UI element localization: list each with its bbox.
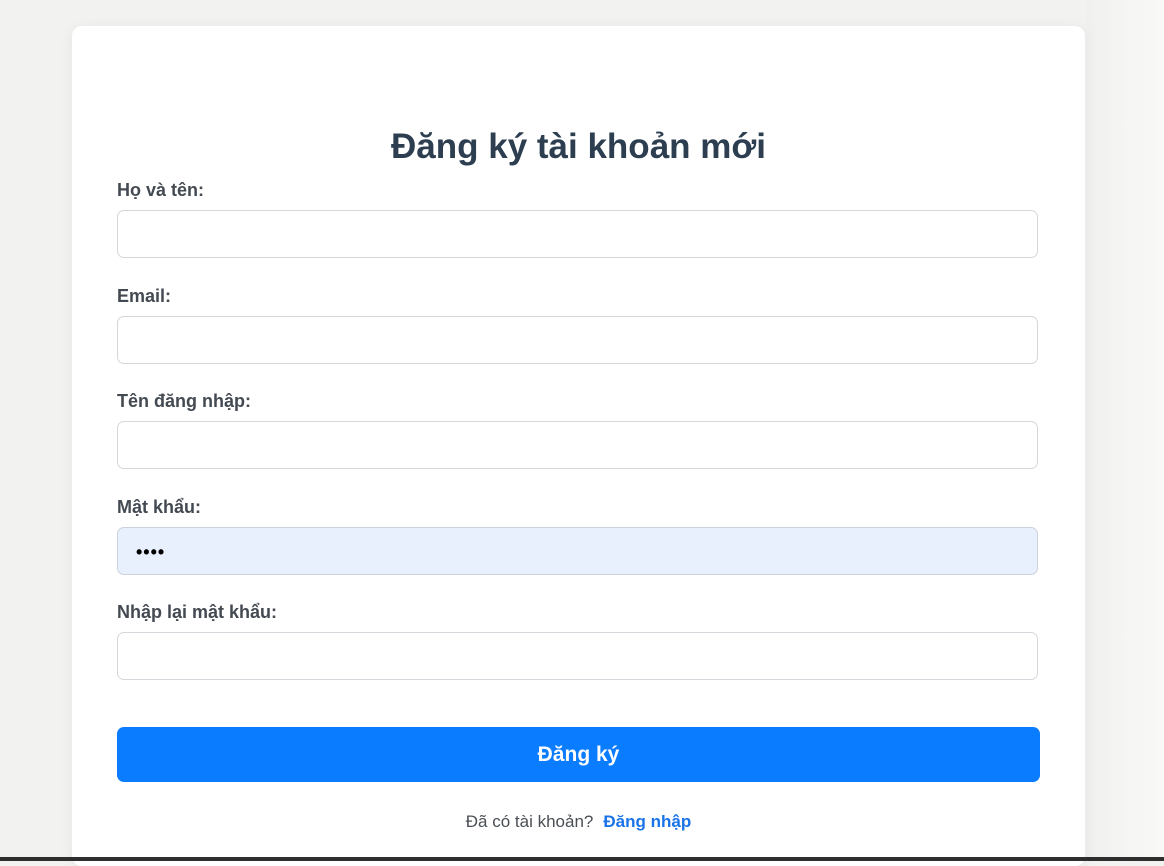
have-account-text: Đã có tài khoản? [465, 812, 594, 831]
password-input[interactable]: •••• [117, 527, 1038, 575]
password-masked-value: •••• [136, 542, 166, 562]
confirm-password-label: Nhập lại mật khẩu: [117, 602, 278, 622]
full-name-input[interactable] [117, 210, 1038, 258]
register-button[interactable]: Đăng ký [117, 727, 1040, 782]
login-prompt: Đã có tài khoản? Đăng nhập [72, 811, 1085, 833]
username-label: Tên đăng nhập: [117, 391, 251, 411]
email-label: Email: [117, 286, 172, 306]
window-bottom-edge [0, 857, 1164, 861]
page-background-right [1086, 0, 1164, 861]
page-title: Đăng ký tài khoản mới [391, 127, 766, 166]
register-card: Đăng ký tài khoản mới Họ và tên: Email: … [72, 26, 1085, 866]
full-name-label: Họ và tên: [117, 180, 205, 200]
email-input[interactable] [117, 316, 1038, 364]
password-label: Mật khẩu: [117, 497, 202, 517]
confirm-password-input[interactable] [117, 632, 1038, 680]
login-link[interactable]: Đăng nhập [603, 812, 691, 831]
username-input[interactable] [117, 421, 1038, 469]
